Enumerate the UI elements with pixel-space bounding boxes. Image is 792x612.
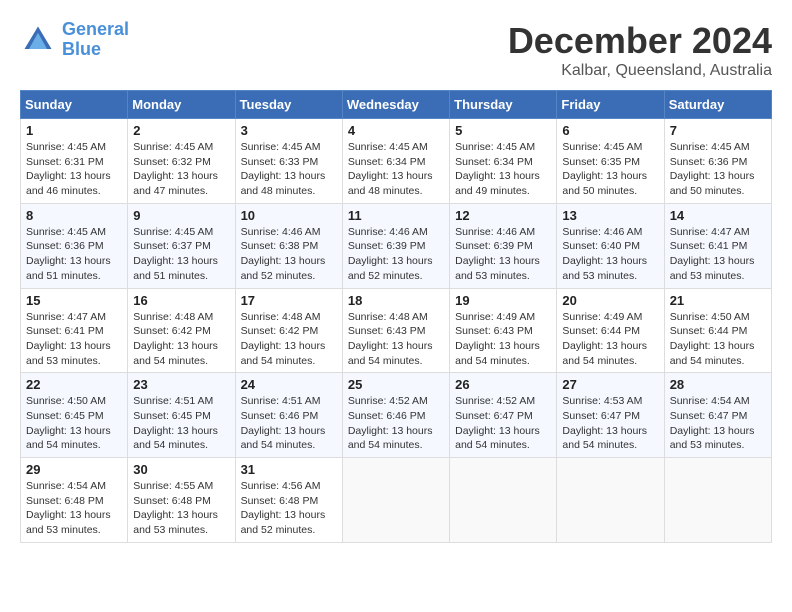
calendar-header-saturday: Saturday [664, 91, 771, 119]
calendar-day-13: 13Sunrise: 4:46 AMSunset: 6:40 PMDayligh… [557, 203, 664, 288]
month-title: December 2024 [508, 20, 772, 62]
calendar-day-1: 1Sunrise: 4:45 AMSunset: 6:31 PMDaylight… [21, 119, 128, 204]
calendar-day-29: 29Sunrise: 4:54 AMSunset: 6:48 PMDayligh… [21, 458, 128, 543]
logo-line1: General [62, 19, 129, 39]
logo-text: General Blue [62, 20, 129, 60]
calendar-day-4: 4Sunrise: 4:45 AMSunset: 6:34 PMDaylight… [342, 119, 449, 204]
calendar-table: SundayMondayTuesdayWednesdayThursdayFrid… [20, 90, 772, 543]
calendar-day-18: 18Sunrise: 4:48 AMSunset: 6:43 PMDayligh… [342, 288, 449, 373]
calendar-day-6: 6Sunrise: 4:45 AMSunset: 6:35 PMDaylight… [557, 119, 664, 204]
calendar-header-friday: Friday [557, 91, 664, 119]
calendar-day-16: 16Sunrise: 4:48 AMSunset: 6:42 PMDayligh… [128, 288, 235, 373]
calendar-day-3: 3Sunrise: 4:45 AMSunset: 6:33 PMDaylight… [235, 119, 342, 204]
calendar-week-3: 15Sunrise: 4:47 AMSunset: 6:41 PMDayligh… [21, 288, 772, 373]
calendar-empty-cell [557, 458, 664, 543]
calendar-day-22: 22Sunrise: 4:50 AMSunset: 6:45 PMDayligh… [21, 373, 128, 458]
calendar-day-8: 8Sunrise: 4:45 AMSunset: 6:36 PMDaylight… [21, 203, 128, 288]
calendar-day-23: 23Sunrise: 4:51 AMSunset: 6:45 PMDayligh… [128, 373, 235, 458]
calendar-week-1: 1Sunrise: 4:45 AMSunset: 6:31 PMDaylight… [21, 119, 772, 204]
calendar-week-2: 8Sunrise: 4:45 AMSunset: 6:36 PMDaylight… [21, 203, 772, 288]
calendar-day-14: 14Sunrise: 4:47 AMSunset: 6:41 PMDayligh… [664, 203, 771, 288]
calendar-header-tuesday: Tuesday [235, 91, 342, 119]
calendar-header-monday: Monday [128, 91, 235, 119]
calendar-day-26: 26Sunrise: 4:52 AMSunset: 6:47 PMDayligh… [450, 373, 557, 458]
calendar-empty-cell [664, 458, 771, 543]
calendar-day-19: 19Sunrise: 4:49 AMSunset: 6:43 PMDayligh… [450, 288, 557, 373]
calendar-day-17: 17Sunrise: 4:48 AMSunset: 6:42 PMDayligh… [235, 288, 342, 373]
calendar-day-12: 12Sunrise: 4:46 AMSunset: 6:39 PMDayligh… [450, 203, 557, 288]
calendar-day-2: 2Sunrise: 4:45 AMSunset: 6:32 PMDaylight… [128, 119, 235, 204]
calendar-empty-cell [342, 458, 449, 543]
title-area: December 2024 Kalbar, Queensland, Austra… [508, 20, 772, 80]
calendar-day-27: 27Sunrise: 4:53 AMSunset: 6:47 PMDayligh… [557, 373, 664, 458]
calendar-header-row: SundayMondayTuesdayWednesdayThursdayFrid… [21, 91, 772, 119]
calendar-header-wednesday: Wednesday [342, 91, 449, 119]
calendar-day-28: 28Sunrise: 4:54 AMSunset: 6:47 PMDayligh… [664, 373, 771, 458]
calendar-day-25: 25Sunrise: 4:52 AMSunset: 6:46 PMDayligh… [342, 373, 449, 458]
location-subtitle: Kalbar, Queensland, Australia [508, 62, 772, 80]
calendar-day-5: 5Sunrise: 4:45 AMSunset: 6:34 PMDaylight… [450, 119, 557, 204]
calendar-day-7: 7Sunrise: 4:45 AMSunset: 6:36 PMDaylight… [664, 119, 771, 204]
page-header: General Blue December 2024 Kalbar, Queen… [20, 20, 772, 80]
logo: General Blue [20, 20, 129, 60]
calendar-week-4: 22Sunrise: 4:50 AMSunset: 6:45 PMDayligh… [21, 373, 772, 458]
calendar-empty-cell [450, 458, 557, 543]
calendar-day-11: 11Sunrise: 4:46 AMSunset: 6:39 PMDayligh… [342, 203, 449, 288]
calendar-header-thursday: Thursday [450, 91, 557, 119]
calendar-day-9: 9Sunrise: 4:45 AMSunset: 6:37 PMDaylight… [128, 203, 235, 288]
logo-line2: Blue [62, 39, 101, 59]
logo-icon [20, 22, 56, 58]
calendar-day-31: 31Sunrise: 4:56 AMSunset: 6:48 PMDayligh… [235, 458, 342, 543]
calendar-day-15: 15Sunrise: 4:47 AMSunset: 6:41 PMDayligh… [21, 288, 128, 373]
calendar-day-30: 30Sunrise: 4:55 AMSunset: 6:48 PMDayligh… [128, 458, 235, 543]
calendar-day-10: 10Sunrise: 4:46 AMSunset: 6:38 PMDayligh… [235, 203, 342, 288]
calendar-week-5: 29Sunrise: 4:54 AMSunset: 6:48 PMDayligh… [21, 458, 772, 543]
calendar-day-20: 20Sunrise: 4:49 AMSunset: 6:44 PMDayligh… [557, 288, 664, 373]
calendar-day-21: 21Sunrise: 4:50 AMSunset: 6:44 PMDayligh… [664, 288, 771, 373]
calendar-header-sunday: Sunday [21, 91, 128, 119]
calendar-day-24: 24Sunrise: 4:51 AMSunset: 6:46 PMDayligh… [235, 373, 342, 458]
